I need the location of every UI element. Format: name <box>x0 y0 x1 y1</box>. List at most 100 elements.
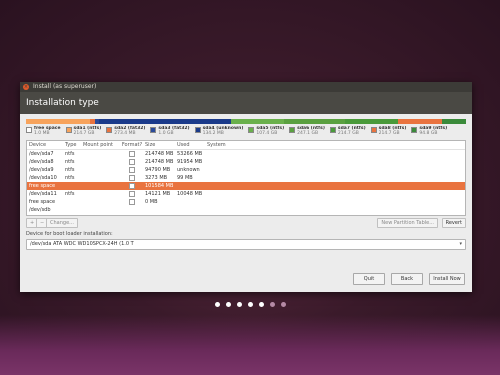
installer-window: × Install (as superuser) Installation ty… <box>20 82 472 292</box>
legend-swatch <box>370 126 377 133</box>
legend-item: sda6 (ntfs) 247.1 GB <box>289 126 325 138</box>
legend-size: 134.2 MB <box>202 131 224 136</box>
legend-item: free space 1.0 MB <box>26 126 61 138</box>
system-cell <box>207 150 247 158</box>
table-row[interactable]: free space 0 MB <box>27 198 465 206</box>
partition-segment <box>283 119 346 124</box>
type-cell: ntfs <box>65 151 75 157</box>
partition-table[interactable]: Device Type Mount point Format? Size Used Syst… <box>26 140 466 216</box>
legend-size: 1.0 GB <box>158 131 174 136</box>
device-cell: free space <box>29 183 56 189</box>
legend-size: 247.1 GB <box>297 131 319 136</box>
format-cell <box>119 190 145 198</box>
system-cell <box>207 198 247 206</box>
device-cell: /dev/sda11 <box>29 191 57 197</box>
back-button[interactable]: Back <box>391 273 423 285</box>
new-partition-table-button[interactable]: New Partition Table... <box>377 218 438 228</box>
column-header[interactable]: Used <box>177 141 207 149</box>
table-row[interactable]: /dev/sda7 ntfs 214748 MB 53266 MB <box>27 150 465 158</box>
size-cell: 14121 MB <box>145 191 171 197</box>
used-cell: 53266 MB <box>177 151 203 157</box>
column-header[interactable]: Format? <box>119 141 145 149</box>
table-row[interactable]: /dev/sda8 ntfs 214748 MB 91954 MB <box>27 158 465 166</box>
column-header[interactable]: Type <box>65 141 83 149</box>
table-body: /dev/sda7 ntfs 214748 MB 53266 MB/dev/sda8 n… <box>27 150 465 214</box>
size-cell <box>145 206 177 214</box>
size-cell: 94790 MB <box>145 167 171 173</box>
device-cell: /dev/sdb <box>29 207 51 213</box>
legend-item: sda8 (ntfs) 214.7 GB <box>370 126 406 138</box>
mount-cell <box>83 174 119 182</box>
progress-dot <box>247 302 253 307</box>
size-cell: 0 MB <box>145 199 158 205</box>
install-now-button[interactable]: Install Now <box>429 273 465 285</box>
format-cell <box>119 150 145 158</box>
revert-button[interactable]: Revert <box>441 218 466 228</box>
quit-button[interactable]: Quit <box>353 273 385 285</box>
legend-swatch <box>194 126 201 133</box>
column-header[interactable]: Mount point <box>83 141 119 149</box>
format-cell <box>119 166 145 174</box>
device-cell: /dev/sda8 <box>29 159 54 165</box>
device-cell: /dev/sda7 <box>29 151 54 157</box>
mount-cell <box>83 158 119 166</box>
table-row[interactable]: /dev/sda9 ntfs 94790 MB unknown <box>27 166 465 174</box>
used-cell <box>177 182 207 190</box>
legend-size: 107.4 GB <box>256 131 278 136</box>
column-header[interactable]: Device <box>27 141 65 149</box>
format-checkbox[interactable] <box>129 182 135 189</box>
format-cell <box>119 174 145 182</box>
legend-item: sda9 (ntfs) 94.8 GB <box>411 126 447 138</box>
format-checkbox[interactable] <box>129 198 135 205</box>
used-cell: unknown <box>177 167 200 173</box>
format-checkbox[interactable] <box>129 158 135 165</box>
table-row[interactable]: /dev/sda11 ntfs 14121 MB 10048 MB <box>27 190 465 198</box>
partition-segment <box>442 119 466 124</box>
column-header[interactable]: Size <box>145 141 177 149</box>
boot-loader-select[interactable]: /dev/sda ATA WDC WD10SPCX-24H (1.0 T ▾ <box>26 239 466 250</box>
legend-swatch <box>65 126 72 133</box>
system-cell <box>207 190 247 198</box>
progress-dots <box>0 302 500 307</box>
table-row[interactable]: free space 101584 MB <box>27 182 465 190</box>
legend-item: sda1 (ntfs) 214.7 GB <box>65 126 101 138</box>
format-checkbox[interactable] <box>129 166 135 173</box>
type-cell <box>65 182 83 190</box>
mount-cell <box>83 198 119 206</box>
close-icon: × <box>23 84 29 90</box>
title-bar: × Install (as superuser) <box>20 82 472 92</box>
legend-item: sda5 (ntfs) 107.4 GB <box>248 126 284 138</box>
size-cell: 214748 MB <box>145 151 174 157</box>
system-cell <box>207 206 247 214</box>
format-checkbox[interactable] <box>129 150 135 157</box>
format-checkbox[interactable] <box>129 190 135 197</box>
partition-toolbar: + − Change... New Partition Table... Rev… <box>26 218 466 228</box>
window-title: Install (as superuser) <box>33 83 97 90</box>
progress-dot <box>225 302 231 307</box>
format-checkbox[interactable] <box>129 174 135 181</box>
column-header[interactable]: System <box>207 141 247 149</box>
legend-size: 94.8 GB <box>419 131 438 136</box>
legend-size: 1.0 MB <box>34 131 50 136</box>
table-row[interactable]: /dev/sdb <box>27 206 465 214</box>
used-cell: 99 MB <box>177 175 193 181</box>
partition-segment <box>345 119 399 124</box>
legend-swatch <box>150 126 157 133</box>
legend-swatch <box>106 126 113 133</box>
legend-swatch <box>329 126 336 133</box>
desktop-gradient <box>0 315 500 375</box>
partition-segment <box>26 119 91 124</box>
legend-size: 273.4 MB <box>114 131 136 136</box>
change-partition-button[interactable]: Change... <box>46 218 78 228</box>
type-cell: ntfs <box>65 191 75 197</box>
device-cell: /dev/sda9 <box>29 167 54 173</box>
close-button[interactable]: × <box>23 84 29 90</box>
type-cell <box>65 198 83 206</box>
mount-cell <box>83 166 119 174</box>
format-cell <box>119 158 145 166</box>
table-row[interactable]: /dev/sda10 ntfs 3273 MB 99 MB <box>27 174 465 182</box>
system-cell <box>207 182 247 190</box>
device-cell: free space <box>29 199 56 205</box>
page-title: Installation type <box>20 92 472 114</box>
used-cell <box>177 206 207 214</box>
